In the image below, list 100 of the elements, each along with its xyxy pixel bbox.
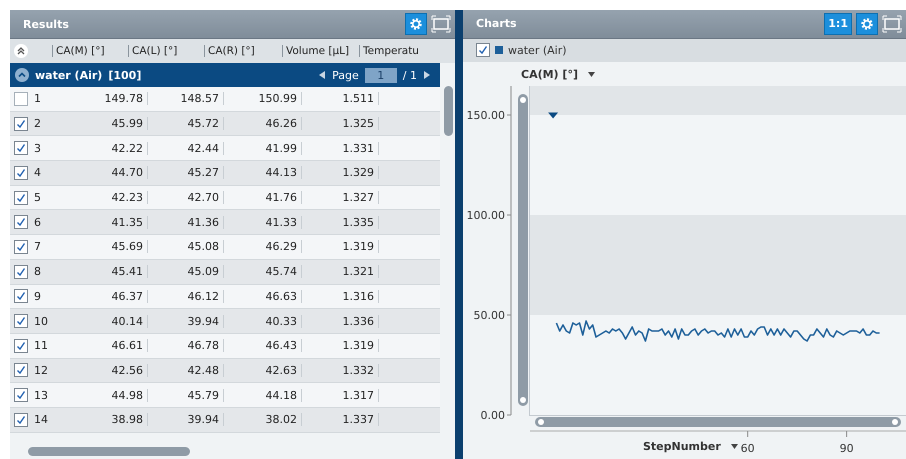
table-cell: 1.511	[302, 92, 379, 106]
table-cell: 41.36	[148, 216, 224, 229]
table-cell: 39.94	[148, 314, 224, 328]
column-header[interactable]: CA(L) [°]	[128, 45, 204, 57]
horizontal-scrollbar[interactable]	[28, 447, 190, 456]
table-cell: 46.37	[72, 290, 148, 303]
table-cell: 46.29	[224, 240, 302, 254]
axis-label: 150.00	[466, 109, 505, 122]
settings-icon	[409, 17, 423, 31]
table-cell: 41.35	[72, 216, 148, 229]
table-cell: 1.317	[302, 388, 379, 402]
row-number: 7	[34, 240, 42, 254]
dropdown-caret-icon[interactable]	[730, 444, 738, 449]
table-cell: 45.09	[148, 265, 224, 278]
table-cell: 46.26	[224, 117, 302, 130]
vertical-range-slider[interactable]	[518, 94, 528, 406]
group-count: [100]	[108, 68, 142, 82]
table-cell: 45.41	[72, 265, 148, 278]
row-number: 4	[34, 166, 42, 180]
table-cell: 42.22	[72, 142, 148, 155]
column-header[interactable]: CA(R) [°]	[204, 45, 282, 57]
y-axis-selector[interactable]: CA(M) [°]	[521, 68, 578, 81]
table-cell: 1.336	[302, 314, 379, 328]
row-number: 6	[34, 216, 42, 229]
row-number: 1	[34, 92, 42, 106]
table-cell: 42.48	[148, 364, 224, 377]
axis-label: 0.00	[480, 409, 505, 422]
table-cell: 45.74	[224, 265, 302, 278]
group-label: water (Air)	[35, 68, 102, 82]
table-cell: 149.78	[72, 92, 148, 106]
row-checkbox[interactable]	[14, 215, 28, 230]
column-header[interactable]: Volume [µL]	[282, 45, 359, 57]
table-cell: 45.08	[148, 240, 224, 254]
table-cell: 148.57	[148, 92, 224, 106]
table-cell: 1.332	[302, 364, 379, 377]
table-cell: 1.335	[302, 216, 379, 229]
row-checkbox[interactable]	[14, 388, 28, 402]
panel-title: Charts	[476, 17, 518, 30]
table-cell: 42.23	[72, 191, 148, 204]
axis-label: 100.00	[466, 209, 505, 222]
table-cell: 1.325	[302, 117, 379, 130]
table-cell: 44.18	[224, 388, 302, 402]
table-cell: 150.99	[224, 92, 302, 106]
table-cell: 45.27	[148, 166, 224, 180]
axis-label: 60	[740, 442, 755, 455]
row-checkbox[interactable]	[14, 240, 28, 254]
table-cell: 40.33	[224, 314, 302, 328]
table-cell: 46.61	[72, 339, 148, 352]
row-checkbox[interactable]	[14, 412, 28, 427]
column-header[interactable]: CA(M) [°]	[52, 45, 128, 57]
table-cell: 42.70	[148, 191, 224, 204]
row-checkbox[interactable]	[14, 289, 28, 304]
maximize-icon[interactable]	[431, 15, 451, 33]
legend-checkbox[interactable]	[476, 43, 490, 58]
row-checkbox[interactable]	[14, 363, 28, 378]
row-checkbox[interactable]	[14, 141, 28, 156]
table-cell: 46.63	[224, 290, 302, 303]
dropdown-caret-icon[interactable]	[588, 72, 595, 77]
row-checkbox[interactable]	[14, 190, 28, 205]
table-cell: 41.76	[224, 191, 302, 204]
row-checkbox[interactable]	[14, 314, 28, 328]
row-number: 10	[34, 314, 49, 328]
table-cell: 44.98	[72, 388, 148, 402]
table-cell: 42.63	[224, 364, 302, 377]
maximize-icon[interactable]	[882, 14, 902, 33]
horizontal-range-slider[interactable]	[535, 417, 901, 427]
row-number: 3	[34, 142, 42, 155]
vertical-scrollbar[interactable]	[444, 86, 453, 136]
legend-label: water (Air)	[508, 44, 567, 57]
row-checkbox[interactable]	[14, 166, 28, 180]
axis-label: 90	[840, 442, 854, 455]
page-number-field[interactable]: 1	[364, 68, 397, 82]
table-cell: 40.14	[72, 314, 148, 328]
collapse-all-icon[interactable]	[14, 44, 28, 58]
collapse-icon[interactable]	[15, 68, 29, 82]
previous-page-icon[interactable]	[319, 71, 326, 79]
page-label: Page	[332, 68, 359, 82]
settings-button[interactable]	[856, 12, 878, 35]
table-cell: 41.33	[224, 216, 302, 229]
row-checkbox[interactable]	[14, 116, 28, 131]
table-cell: 45.79	[148, 388, 224, 402]
table-cell: 46.43	[224, 339, 302, 352]
row-checkbox[interactable]	[14, 264, 28, 279]
panel-title: Results	[23, 18, 70, 30]
row-number: 9	[34, 290, 42, 303]
table-cell: 38.98	[72, 413, 148, 426]
table-cell: 1.337	[302, 413, 379, 426]
column-header[interactable]: Temperatu	[359, 45, 431, 57]
table-cell: 45.69	[72, 240, 148, 254]
table-cell: 46.78	[148, 339, 224, 352]
next-page-icon[interactable]	[423, 71, 430, 79]
table-cell: 1.331	[302, 142, 379, 155]
row-number: 2	[34, 117, 42, 130]
table-cell: 45.99	[72, 117, 148, 130]
table-cell: 39.94	[148, 413, 224, 426]
row-checkbox[interactable]	[14, 338, 28, 353]
x-axis-selector[interactable]: StepNumber	[643, 440, 721, 453]
row-checkbox[interactable]	[14, 92, 28, 106]
settings-button[interactable]	[405, 13, 427, 35]
row-number: 8	[34, 265, 42, 278]
